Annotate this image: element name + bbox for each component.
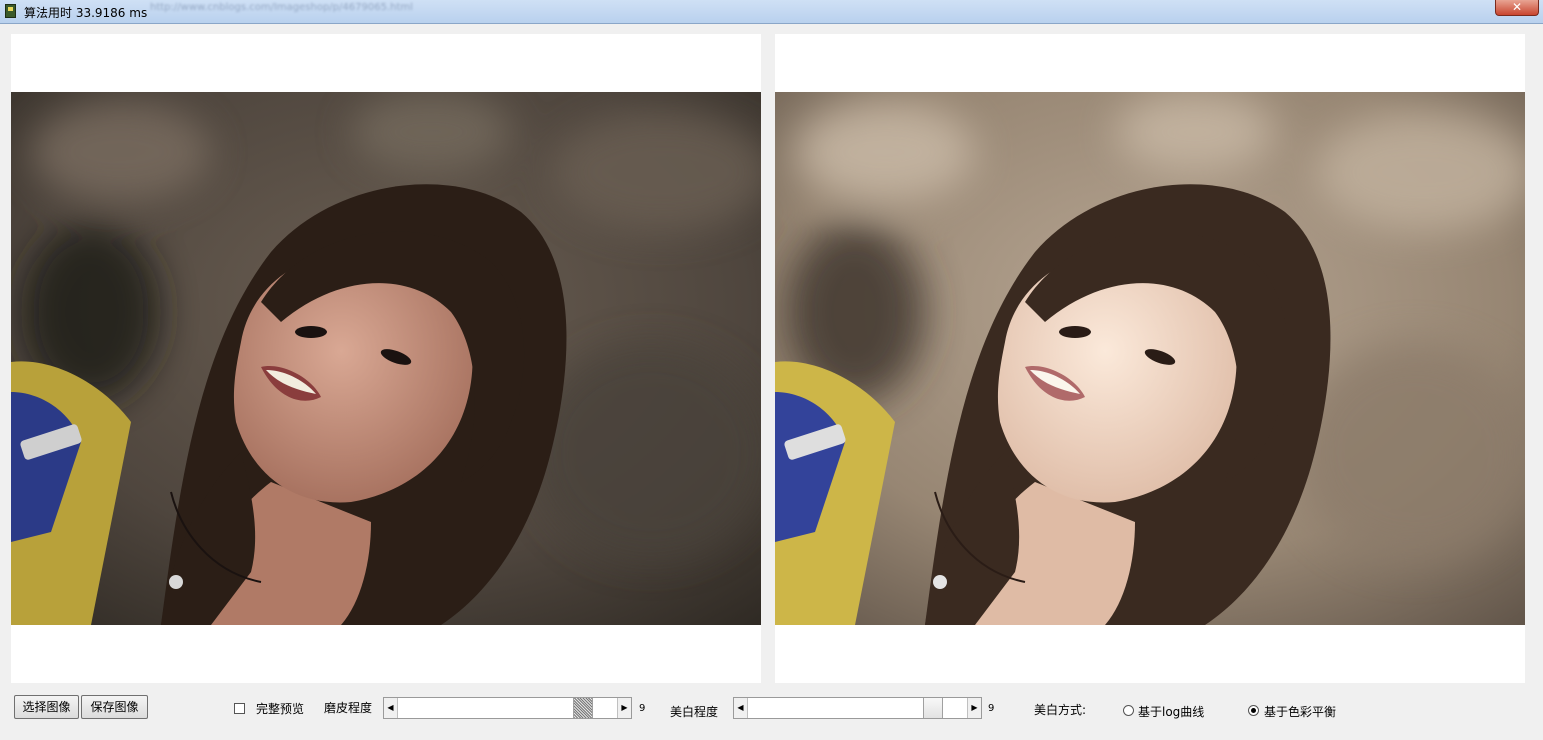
smooth-label: 磨皮程度 [324, 701, 373, 715]
full-preview-checkbox[interactable] [234, 703, 245, 714]
app-icon [5, 4, 16, 18]
scroll-right-icon[interactable]: ▶ [617, 698, 631, 718]
mode-color-balance-label: 基于色彩平衡 [1264, 705, 1337, 719]
scroll-right-icon[interactable]: ▶ [967, 698, 981, 718]
scroll-left-icon[interactable]: ◀ [384, 698, 398, 718]
whiten-value: 9 [988, 703, 995, 714]
whiten-slider[interactable]: ◀ ▶ [733, 697, 982, 719]
smooth-value: 9 [639, 703, 646, 714]
smooth-slider-thumb[interactable] [573, 698, 593, 718]
processed-image-panel [775, 34, 1525, 683]
scroll-left-icon[interactable]: ◀ [734, 698, 748, 718]
title-bar: 算法用时 33.9186 ms http://www.cnblogs.com/I… [0, 0, 1543, 24]
original-photo [11, 92, 761, 625]
smooth-slider[interactable]: ◀ ▶ [383, 697, 632, 719]
full-preview-label: 完整预览 [256, 702, 305, 716]
mode-log-curve-radio[interactable] [1123, 705, 1134, 716]
save-image-button[interactable]: 保存图像 [81, 695, 148, 719]
whiten-label: 美白程度 [670, 705, 719, 719]
mode-log-curve-label: 基于log曲线 [1138, 705, 1205, 719]
client-area: 选择图像 保存图像 完整预览 磨皮程度 ◀ ▶ 9 美白程度 ◀ ▶ 9 美白方… [4, 24, 1539, 736]
window-title: 算法用时 33.9186 ms [24, 6, 148, 20]
mode-color-balance-radio[interactable] [1248, 705, 1259, 716]
whiten-slider-thumb[interactable] [923, 698, 943, 718]
close-button[interactable]: ✕ [1495, 0, 1539, 16]
select-image-button[interactable]: 选择图像 [14, 695, 79, 719]
blurred-title-url: http://www.cnblogs.com/Imageshop/p/46790… [150, 2, 413, 13]
whiten-mode-label: 美白方式: [1034, 703, 1087, 717]
processed-photo [775, 92, 1525, 625]
original-image-panel [11, 34, 761, 683]
